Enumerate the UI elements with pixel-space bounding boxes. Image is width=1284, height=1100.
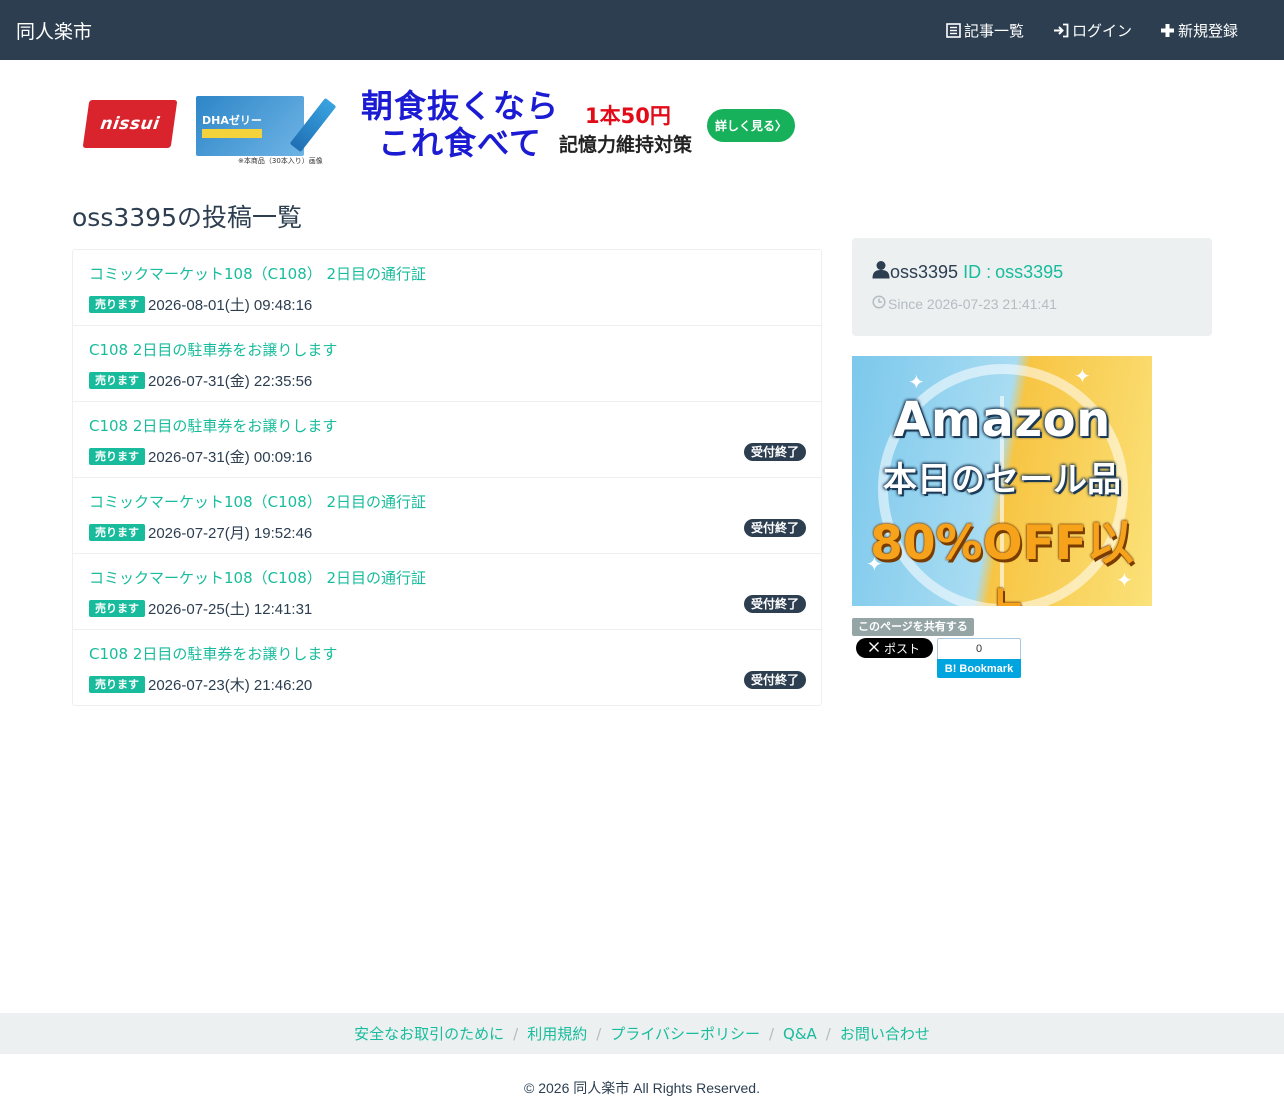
post-title-link[interactable]: コミックマーケット108（C108） 2日目の通行証 bbox=[89, 567, 426, 588]
profile-since-text: Since 2026-07-23 21:41:41 bbox=[888, 295, 1057, 312]
post-list-item: コミックマーケット108（C108） 2日目の通行証 売ります 2026-08-… bbox=[73, 250, 821, 326]
post-list-item: コミックマーケット108（C108） 2日目の通行証 売ります 2026-07-… bbox=[73, 554, 821, 630]
post-title-link[interactable]: C108 2日目の駐車券をお譲りします bbox=[89, 415, 337, 436]
sell-badge: 売ります bbox=[89, 524, 145, 541]
post-date: 2026-07-31(金) 22:35:56 bbox=[148, 373, 313, 390]
ad-price: 1本50円 bbox=[585, 104, 671, 128]
closed-status-badge: 受付終了 bbox=[743, 443, 806, 461]
footer-link-faq[interactable]: Q&A bbox=[783, 1025, 817, 1043]
x-post-label: ポスト bbox=[883, 641, 920, 656]
clock-icon bbox=[872, 295, 886, 312]
footer-separator: / bbox=[513, 1024, 519, 1043]
profile-since: Since 2026-07-23 21:41:41 bbox=[872, 295, 1057, 312]
footer-link-contact[interactable]: お問い合わせ bbox=[840, 1023, 930, 1044]
top-ad-banner[interactable]: nissui DHAゼリー ※本商品（30本入り）画像 朝食抜くなら これ食べて… bbox=[80, 86, 800, 166]
share-label: このページを共有する bbox=[852, 618, 974, 636]
product-band bbox=[202, 129, 262, 138]
footer-link-safe-trading[interactable]: 安全なお取引のために bbox=[354, 1023, 504, 1044]
footer-link-terms[interactable]: 利用規約 bbox=[527, 1023, 587, 1044]
post-list-item: C108 2日目の駐車券をお譲りします 売ります 2026-07-31(金) 0… bbox=[73, 402, 821, 478]
post-list-item: コミックマーケット108（C108） 2日目の通行証 売ります 2026-07-… bbox=[73, 478, 821, 554]
hatena-bookmark-widget[interactable]: 0 B! Bookmark bbox=[937, 638, 1021, 678]
nav-article-list-label: 記事一覧 bbox=[964, 22, 1025, 40]
ad-details-button[interactable]: 詳しく見る〉 bbox=[707, 109, 795, 142]
list-icon bbox=[946, 23, 961, 38]
post-date: 2026-07-23(木) 21:46:20 bbox=[148, 677, 313, 694]
post-title-link[interactable]: コミックマーケット108（C108） 2日目の通行証 bbox=[89, 491, 426, 512]
post-date: 2026-08-01(土) 09:48:16 bbox=[148, 297, 313, 314]
sell-badge: 売ります bbox=[89, 448, 145, 465]
closed-status-badge: 受付終了 bbox=[743, 595, 806, 613]
user-icon bbox=[872, 260, 890, 284]
nav-login[interactable]: ログイン bbox=[1053, 20, 1132, 41]
login-icon bbox=[1053, 23, 1069, 38]
footer-separator: / bbox=[768, 1024, 775, 1043]
amazon-ad-subtitle: 本日のセール品 bbox=[883, 460, 1121, 500]
amazon-ad-title: Amazon bbox=[893, 392, 1111, 448]
profile-id-label: ID : bbox=[963, 261, 992, 282]
x-logo-icon bbox=[868, 641, 879, 655]
post-title-link[interactable]: コミックマーケット108（C108） 2日目の通行証 bbox=[89, 263, 426, 284]
product-note: ※本商品（30本入り）画像 bbox=[238, 157, 323, 165]
post-date: 2026-07-27(月) 19:52:46 bbox=[148, 525, 313, 542]
post-meta: 売ります 2026-07-25(土) 12:41:31 bbox=[89, 598, 312, 619]
post-list: コミックマーケット108（C108） 2日目の通行証 売ります 2026-08-… bbox=[72, 249, 822, 706]
sell-badge: 売ります bbox=[89, 296, 145, 313]
post-meta: 売ります 2026-07-27(月) 19:52:46 bbox=[89, 522, 312, 543]
post-title-link[interactable]: C108 2日目の駐車券をお譲りします bbox=[89, 643, 337, 664]
post-title-link[interactable]: C108 2日目の駐車券をお譲りします bbox=[89, 339, 337, 360]
sparkle-icon: ✦ bbox=[1074, 364, 1091, 388]
product-name: DHAゼリー bbox=[202, 114, 262, 127]
profile-card: oss3395 ID : oss3395 Since 2026-07-23 21… bbox=[852, 238, 1212, 336]
sell-badge: 売ります bbox=[89, 372, 145, 389]
post-meta: 売ります 2026-07-31(金) 22:35:56 bbox=[89, 370, 312, 391]
ad-tagline: 記憶力維持対策 bbox=[559, 134, 693, 156]
plus-icon bbox=[1160, 23, 1175, 38]
hatena-bookmark-label: Bookmark bbox=[959, 662, 1014, 675]
nav-login-label: ログイン bbox=[1072, 22, 1133, 40]
post-list-item: C108 2日目の駐車券をお譲りします 売ります 2026-07-31(金) 2… bbox=[73, 326, 821, 402]
hatena-bookmark-button[interactable]: B! Bookmark bbox=[937, 659, 1021, 678]
closed-status-badge: 受付終了 bbox=[743, 519, 806, 537]
ad-headline: 朝食抜くなら これ食べて bbox=[360, 87, 559, 162]
amazon-ad-discount: 80%OFF以上 bbox=[870, 516, 1134, 606]
page-title: oss3395の投稿一覧 bbox=[72, 203, 302, 232]
sell-badge: 売ります bbox=[89, 676, 145, 693]
hatena-b-icon: B! bbox=[944, 662, 957, 675]
post-meta: 売ります 2026-08-01(土) 09:48:16 bbox=[89, 294, 312, 315]
nissui-logo: nissui bbox=[82, 100, 178, 148]
hatena-bookmark-count: 0 bbox=[937, 638, 1021, 659]
profile-header: oss3395 ID : oss3395 bbox=[872, 260, 1063, 284]
nav-register-label: 新規登録 bbox=[1178, 22, 1239, 40]
footer-separator: / bbox=[596, 1024, 602, 1043]
post-date: 2026-07-31(金) 00:09:16 bbox=[148, 449, 313, 466]
sparkle-icon: ✦ bbox=[908, 370, 925, 394]
post-meta: 売ります 2026-07-23(木) 21:46:20 bbox=[89, 674, 312, 695]
sell-badge: 売ります bbox=[89, 600, 145, 617]
profile-id: oss3395 bbox=[995, 261, 1064, 282]
product-pack-image: DHAゼリー bbox=[196, 96, 304, 156]
post-list-item: C108 2日目の駐車券をお譲りします 売ります 2026-07-23(木) 2… bbox=[73, 630, 821, 706]
navbar: 同人楽市 記事一覧 ログイン 新規登録 bbox=[0, 0, 1284, 60]
nav-article-list[interactable]: 記事一覧 bbox=[946, 20, 1024, 41]
amazon-sale-ad[interactable]: ✦ ✦ ✦ ✦ Amazon 本日のセール品 80%OFF以上 bbox=[852, 356, 1152, 606]
footer-links-bar: 安全なお取引のために / 利用規約 / プライバシーポリシー / Q&A / お… bbox=[0, 1013, 1284, 1054]
footer-link-privacy[interactable]: プライバシーポリシー bbox=[610, 1023, 760, 1044]
x-post-button[interactable]: ポスト bbox=[856, 638, 933, 658]
closed-status-badge: 受付終了 bbox=[743, 671, 806, 689]
post-date: 2026-07-25(土) 12:41:31 bbox=[148, 601, 313, 618]
profile-username: oss3395 bbox=[890, 261, 959, 282]
nav-register[interactable]: 新規登録 bbox=[1160, 20, 1238, 41]
footer-separator: / bbox=[825, 1024, 831, 1043]
brand-logo-link[interactable]: 同人楽市 bbox=[16, 17, 92, 44]
post-meta: 売ります 2026-07-31(金) 00:09:16 bbox=[89, 446, 312, 467]
copyright-text: © 2026 同人楽市 All Rights Reserved. bbox=[524, 1080, 760, 1096]
